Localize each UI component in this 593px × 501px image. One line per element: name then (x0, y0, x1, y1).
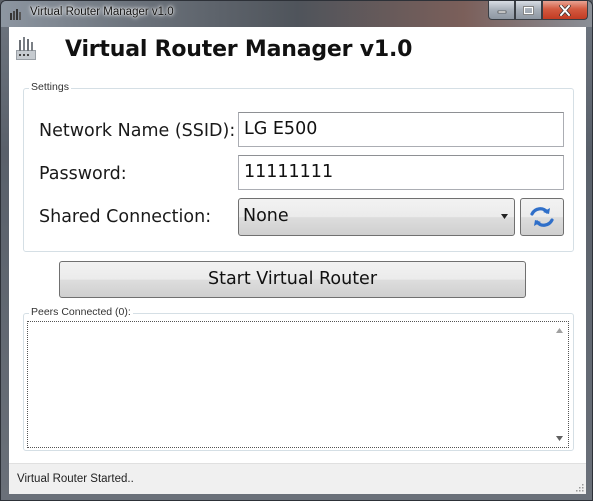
maximize-icon (523, 5, 534, 15)
peers-list[interactable] (27, 321, 569, 448)
title-bar[interactable]: Virtual Router Manager v1.0 (1, 1, 592, 27)
start-router-button[interactable]: Start Virtual Router (59, 261, 526, 298)
password-label: Password: (39, 164, 127, 184)
minimize-icon (497, 10, 506, 14)
shared-connection-select[interactable]: None (238, 198, 515, 236)
caption-buttons (488, 1, 588, 20)
scroll-up-icon[interactable] (556, 328, 563, 333)
close-icon (559, 4, 571, 16)
app-title: Virtual Router Manager v1.0 (65, 37, 413, 62)
shared-connection-value: None (243, 206, 289, 226)
router-icon (10, 9, 21, 20)
client-area: Virtual Router Manager v1.0 Settings Net… (9, 27, 586, 494)
scroll-down-icon[interactable] (556, 436, 563, 441)
close-button[interactable] (542, 1, 588, 20)
chevron-down-icon (501, 214, 508, 219)
maximize-button[interactable] (515, 1, 542, 20)
app-window: Virtual Router Manager v1.0 Virtual Rout… (0, 0, 593, 501)
resize-grip-icon[interactable] (574, 482, 584, 492)
refresh-button[interactable] (520, 198, 564, 236)
refresh-icon (530, 207, 554, 227)
minimize-button[interactable] (488, 1, 515, 20)
ssid-label: Network Name (SSID): (39, 121, 236, 141)
window-title: Virtual Router Manager v1.0 (30, 6, 174, 18)
shared-connection-label: Shared Connection: (39, 207, 212, 227)
status-bar: Virtual Router Started.. (9, 463, 586, 494)
password-input[interactable]: 11111111 (238, 155, 564, 190)
ssid-input[interactable]: LG E500 (238, 112, 564, 147)
peers-legend: Peers Connected (0): (29, 306, 133, 318)
peers-scrollbar[interactable] (552, 323, 567, 446)
status-text: Virtual Router Started.. (17, 473, 134, 485)
peers-group: Peers Connected (0): (23, 306, 574, 451)
router-icon (16, 37, 36, 60)
settings-legend: Settings (29, 81, 71, 93)
settings-group: Settings Network Name (SSID): LG E500 Pa… (23, 81, 574, 252)
